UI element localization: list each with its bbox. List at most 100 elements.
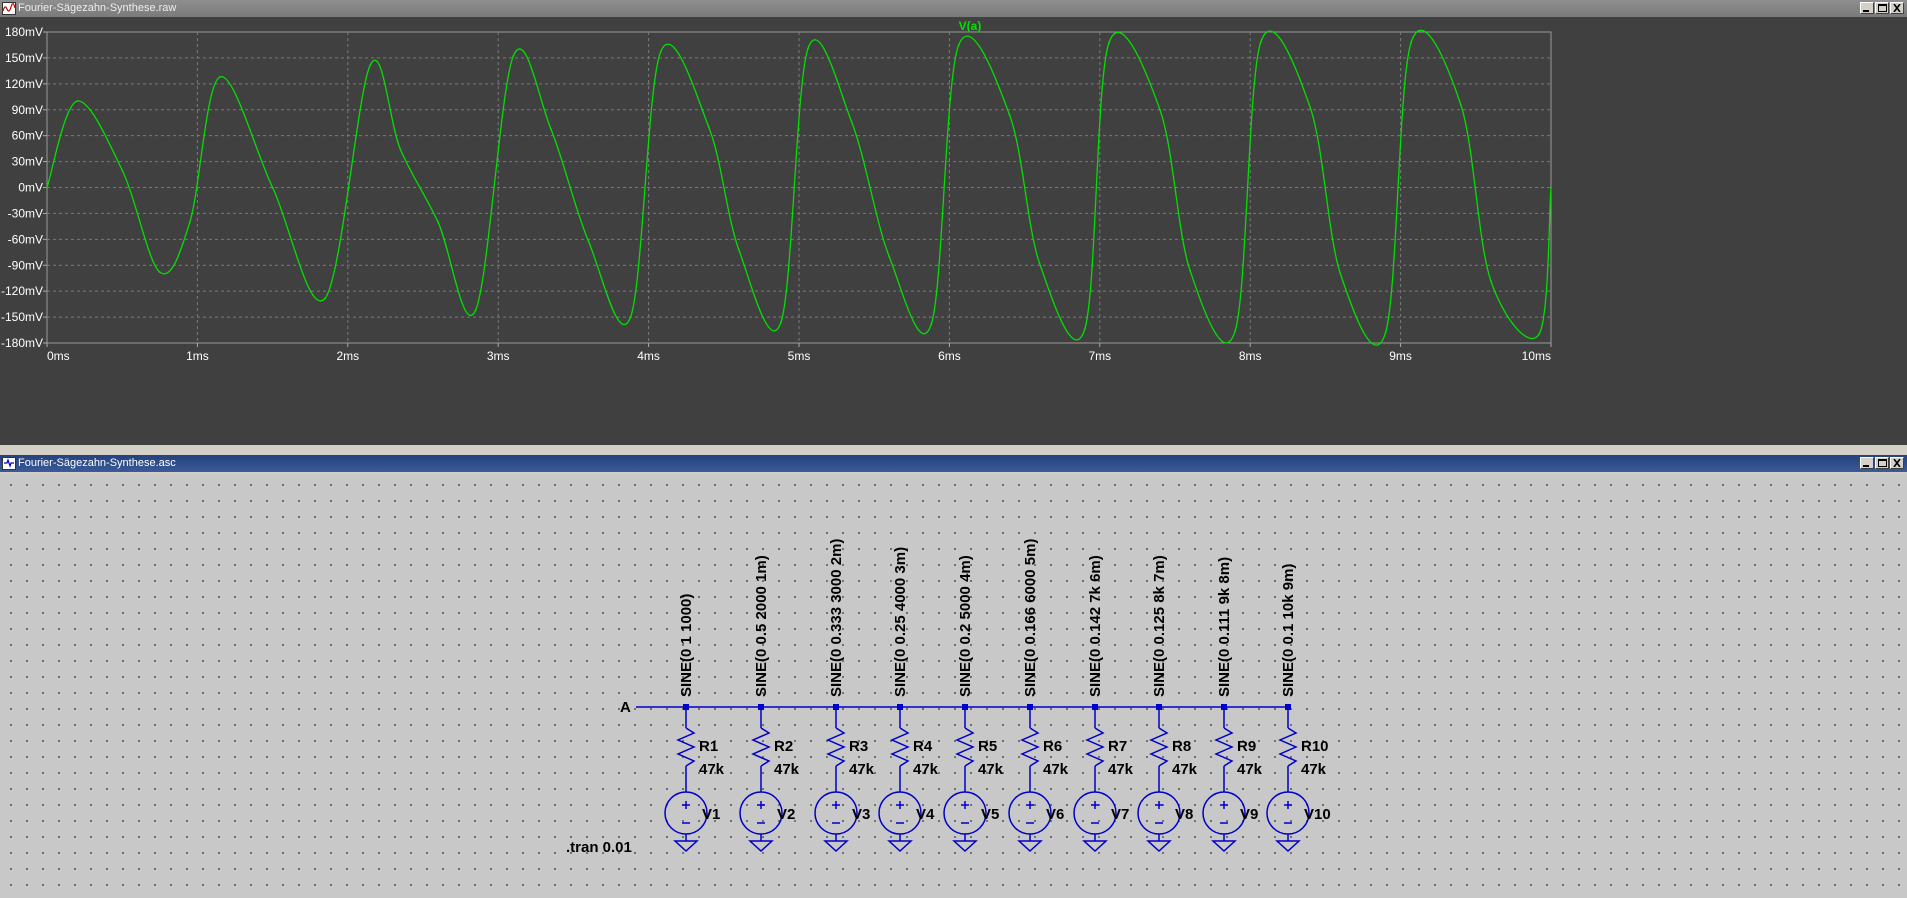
resistor-value[interactable]: 47k <box>849 761 875 778</box>
schematic-window-titlebar[interactable]: Fourier-Sägezahn-Synthese.asc <box>0 455 1907 472</box>
sine-spec-label[interactable]: SINE(0 0.125 8k 7m) <box>1151 555 1168 697</box>
ground-icon[interactable] <box>887 840 913 853</box>
trace-label-v-a[interactable]: V(a) <box>959 19 982 33</box>
ground-icon[interactable] <box>748 840 774 853</box>
resistor-value[interactable]: 47k <box>913 761 939 778</box>
source-name[interactable]: V1 <box>702 806 720 823</box>
trace-data-point <box>121 169 124 172</box>
source-name[interactable]: V2 <box>777 806 795 823</box>
x-tick-label: 5ms <box>788 349 811 363</box>
source-name[interactable]: V7 <box>1111 806 1129 823</box>
resistor-value[interactable]: 47k <box>774 761 800 778</box>
resistor-symbol[interactable] <box>1020 727 1040 767</box>
resistor-symbol[interactable] <box>1214 727 1234 767</box>
close-button[interactable] <box>1890 2 1904 14</box>
voltage-source-symbol[interactable] <box>1073 791 1117 835</box>
voltage-source-symbol[interactable] <box>1202 791 1246 835</box>
voltage-source-symbol[interactable] <box>878 791 922 835</box>
resistor-value[interactable]: 47k <box>1301 761 1327 778</box>
sine-spec-label[interactable]: SINE(0 0.2 5000 4m) <box>957 555 974 697</box>
plus-sign-icon <box>1284 801 1292 809</box>
trace-data-point <box>659 50 662 53</box>
sine-spec-label[interactable]: SINE(0 1 1000) <box>678 594 695 697</box>
source-name[interactable]: V4 <box>916 806 935 823</box>
y-tick-label: 30mV <box>12 155 43 169</box>
waveform-plot-area[interactable]: 0ms 1ms 2ms 3ms 4ms 5ms 6ms 7ms 8ms 9ms 10ms 180mV 1… <box>0 17 1907 445</box>
waveform-chart[interactable]: 0ms 1ms 2ms 3ms 4ms 5ms 6ms 7ms 8ms 9ms 10ms 180mV 1… <box>0 17 1907 445</box>
voltage-source-symbol[interactable] <box>739 791 783 835</box>
source-name[interactable]: V6 <box>1046 806 1064 823</box>
resistor-value[interactable]: 47k <box>1108 761 1134 778</box>
resistor-symbol[interactable] <box>955 727 975 767</box>
ground-icon[interactable] <box>1146 840 1172 853</box>
maximize-button[interactable] <box>1875 457 1889 469</box>
ground-icon[interactable] <box>1211 840 1237 853</box>
sine-spec-label[interactable]: SINE(0 0.166 6000 5m) <box>1022 539 1039 697</box>
trace-data-point <box>324 297 327 299</box>
resistor-name[interactable]: R7 <box>1108 738 1127 755</box>
resistor-value[interactable]: 47k <box>978 761 1004 778</box>
resistor-symbol[interactable] <box>826 727 846 767</box>
trace-data-point <box>474 309 477 312</box>
resistor-name[interactable]: R5 <box>978 738 997 755</box>
sine-spec-label[interactable]: SINE(0 0.111 9k 8m) <box>1216 557 1233 697</box>
resistor-value[interactable]: 47k <box>1172 761 1198 778</box>
resistor-name[interactable]: R6 <box>1043 738 1062 755</box>
trace-data-point <box>158 271 161 274</box>
sine-spec-label[interactable]: SINE(0 0.5 2000 1m) <box>753 555 770 697</box>
source-name[interactable]: V9 <box>1240 806 1258 823</box>
maximize-button[interactable] <box>1875 2 1889 14</box>
resistor-name[interactable]: R3 <box>849 738 868 755</box>
minimize-button[interactable] <box>1860 457 1874 469</box>
schematic-canvas[interactable]: A .tran 0.01 R1 47k V1 SINE(0 1 1000) R2 47k V… <box>0 474 1907 898</box>
ground-icon[interactable] <box>1275 840 1301 853</box>
resistor-value[interactable]: 47k <box>1043 761 1069 778</box>
net-label-a[interactable]: A <box>620 699 631 716</box>
sine-spec-label[interactable]: SINE(0 0.1 10k 9m) <box>1280 564 1297 697</box>
voltage-source-symbol[interactable] <box>1266 791 1310 835</box>
branch-9: R9 47k V9 SINE(0 0.111 9k 8m) <box>1202 557 1263 853</box>
voltage-source-symbol[interactable] <box>1137 791 1181 835</box>
ground-icon[interactable] <box>1017 840 1043 853</box>
voltage-source-symbol[interactable] <box>943 791 987 835</box>
x-tick-label: 3ms <box>487 349 510 363</box>
resistor-name[interactable]: R4 <box>913 738 933 755</box>
ground-icon[interactable] <box>952 840 978 853</box>
resistor-symbol[interactable] <box>676 727 696 767</box>
trace-data-point <box>957 44 960 47</box>
resistor-name[interactable]: R8 <box>1172 738 1191 755</box>
sine-spec-label[interactable]: SINE(0 0.333 3000 2m) <box>828 539 845 697</box>
resistor-name[interactable]: R2 <box>774 738 793 755</box>
minimize-button[interactable] <box>1860 2 1874 14</box>
resistor-symbol[interactable] <box>890 727 910 767</box>
source-name[interactable]: V8 <box>1175 806 1193 823</box>
voltage-source-symbol[interactable] <box>1008 791 1052 835</box>
resistor-symbol[interactable] <box>1278 727 1298 767</box>
source-name[interactable]: V5 <box>981 806 999 823</box>
sine-spec-label[interactable]: SINE(0 0.25 4000 3m) <box>892 547 909 697</box>
voltage-source-symbol[interactable] <box>814 791 858 835</box>
waveform-window-titlebar[interactable]: Fourier-Sägezahn-Synthese.raw <box>0 0 1907 17</box>
source-name[interactable]: V3 <box>852 806 870 823</box>
resistor-value[interactable]: 47k <box>699 761 725 778</box>
resistor-symbol[interactable] <box>1149 727 1169 767</box>
circuit-branches: R1 47k V1 SINE(0 1 1000) R2 47k V2 SINE(0 0.5 2… <box>664 539 1331 853</box>
trace-data-point <box>1234 330 1237 332</box>
close-button[interactable] <box>1890 457 1904 469</box>
ground-icon[interactable] <box>1082 840 1108 853</box>
ground-icon[interactable] <box>673 840 699 853</box>
resistor-name[interactable]: R10 <box>1301 738 1329 755</box>
source-name[interactable]: V10 <box>1304 806 1331 823</box>
schematic-drawing[interactable]: A .tran 0.01 R1 47k V1 SINE(0 1 1000) R2 47k V… <box>0 474 1907 898</box>
resistor-name[interactable]: R9 <box>1237 738 1256 755</box>
tran-directive[interactable]: .tran 0.01 <box>566 839 632 856</box>
resistor-value[interactable]: 47k <box>1237 761 1263 778</box>
trace-data-point <box>437 221 439 223</box>
sine-spec-label[interactable]: SINE(0 0.142 7k 6m) <box>1087 555 1104 697</box>
resistor-name[interactable]: R1 <box>699 738 718 755</box>
voltage-source-symbol[interactable] <box>664 791 708 835</box>
resistor-symbol[interactable] <box>751 727 771 767</box>
resistor-symbol[interactable] <box>1085 727 1105 767</box>
ground-icon[interactable] <box>823 840 849 853</box>
y-tick-label: 180mV <box>5 25 43 39</box>
